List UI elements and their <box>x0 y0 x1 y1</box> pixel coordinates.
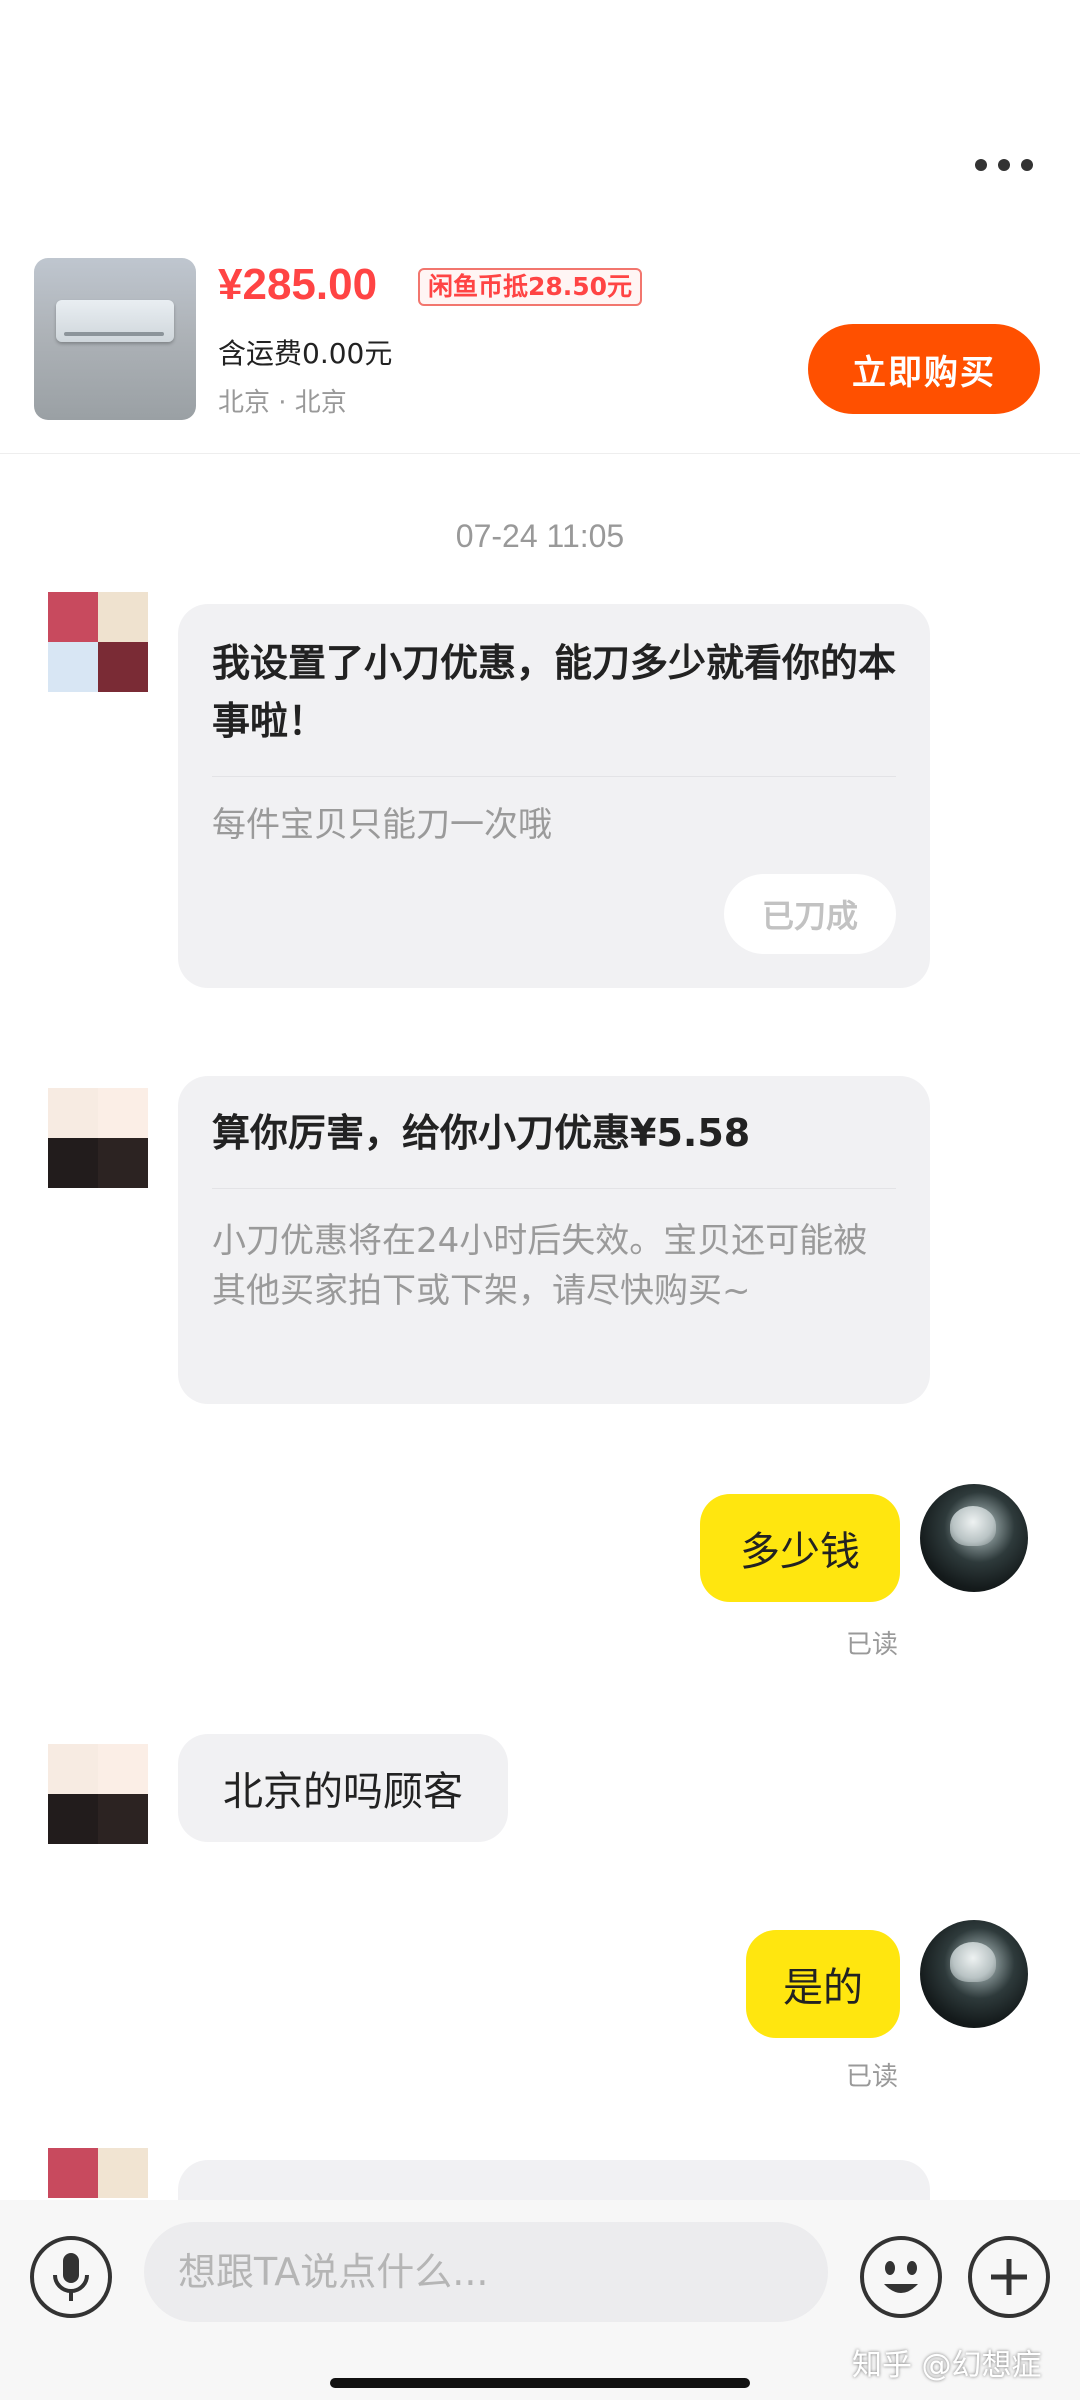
card-divider <box>212 776 896 777</box>
product-thumbnail[interactable] <box>34 258 196 420</box>
more-dot <box>1021 159 1033 171</box>
avatar-pixel <box>48 1744 98 1794</box>
avatar-pixel <box>48 592 98 642</box>
avatar-figure <box>950 1942 996 1982</box>
ac-vent <box>64 332 164 336</box>
emoji-icon <box>884 2261 918 2293</box>
avatar-pixel <box>98 1744 148 1794</box>
my-message-bubble[interactable]: 多少钱 <box>700 1494 900 1602</box>
message-input-bar: 知乎 @幻想症 <box>0 2200 1080 2400</box>
avatar-figure <box>950 1506 996 1546</box>
message-input[interactable] <box>144 2222 828 2322</box>
avatar-pixel <box>98 1794 148 1844</box>
chat-timestamp: 07-24 11:05 <box>455 518 625 554</box>
avatar-pixel <box>98 642 148 692</box>
read-status: 已读 <box>846 2062 899 2092</box>
coin-discount-badge: 闲鱼币抵28.50元 <box>418 268 643 306</box>
plus-icon <box>991 2259 1027 2295</box>
my-message-bubble[interactable]: 是的 <box>746 1930 900 2038</box>
my-avatar[interactable] <box>920 1484 1028 1592</box>
voice-button[interactable] <box>30 2236 112 2318</box>
seller-avatar[interactable] <box>48 1744 148 1844</box>
bargain-card-title: 我设置了小刀优惠，能刀多少就看你的本事啦！ <box>212 641 897 743</box>
avatar-pixel <box>48 1088 98 1138</box>
product-card[interactable]: ¥285.00 闲鱼币抵28.50元 含运费0.00元 北京 · 北京 立即购买 <box>0 240 1080 454</box>
seller-avatar[interactable] <box>48 592 148 692</box>
card-divider <box>212 1188 896 1189</box>
emoji-button[interactable] <box>860 2236 942 2318</box>
more-options-button[interactable] <box>968 150 1040 180</box>
microphone-icon <box>53 2253 89 2301</box>
seller-avatar[interactable] <box>48 1088 148 1188</box>
bargain-result-subtitle: 小刀优惠将在24小时后失效。宝贝还可能被其他买家拍下或下架，请尽快购买~ <box>212 1221 868 1311</box>
buy-now-button[interactable]: 立即购买 <box>808 324 1040 414</box>
more-actions-button[interactable] <box>968 2236 1050 2318</box>
product-location: 北京 · 北京 <box>218 388 347 418</box>
seller-avatar[interactable] <box>48 2148 148 2200</box>
shipping-fee: 含运费0.00元 <box>218 337 393 370</box>
avatar-pixel <box>98 592 148 642</box>
seller-message-bubble-partial[interactable] <box>178 2160 930 2200</box>
avatar-pixel <box>48 1794 98 1844</box>
bargain-card[interactable]: 我设置了小刀优惠，能刀多少就看你的本事啦！ 每件宝贝只能刀一次哦 已刀成 <box>178 604 930 988</box>
more-dot <box>998 159 1010 171</box>
seller-message-bubble[interactable]: 北京的吗顾客 <box>178 1734 508 1842</box>
avatar-pixel <box>48 1138 98 1188</box>
bargain-result-title: 算你厉害，给你小刀优惠¥5.58 <box>212 1111 751 1155</box>
read-status: 已读 <box>846 1630 899 1660</box>
watermark: 知乎 @幻想症 <box>852 2348 1042 2383</box>
avatar-pixel <box>48 2148 98 2198</box>
avatar-pixel <box>98 2148 148 2198</box>
my-avatar[interactable] <box>920 1920 1028 2028</box>
bargain-done-button[interactable]: 已刀成 <box>724 874 896 954</box>
avatar-pixel <box>98 1088 148 1138</box>
avatar-pixel <box>98 1138 148 1188</box>
bargain-result-card[interactable]: 算你厉害，给你小刀优惠¥5.58 小刀优惠将在24小时后失效。宝贝还可能被其他买… <box>178 1076 930 1404</box>
more-dots-icon <box>975 159 987 171</box>
avatar-pixel <box>48 642 98 692</box>
product-price: ¥285.00 <box>218 260 378 309</box>
bargain-card-subtitle: 每件宝贝只能刀一次哦 <box>212 805 552 845</box>
home-indicator[interactable] <box>330 2378 750 2388</box>
